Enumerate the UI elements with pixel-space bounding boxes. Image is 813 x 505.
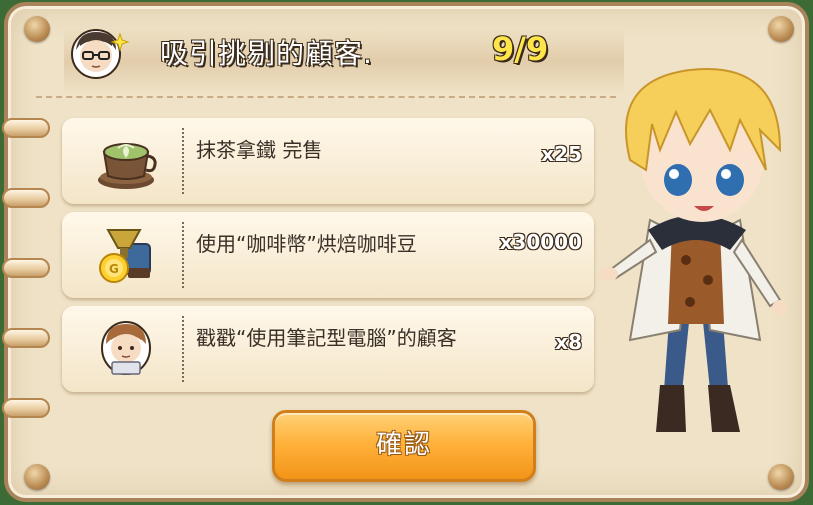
task-row: G 使用“咖啡幣”烘焙咖啡豆 x30000 [62,212,594,298]
laptop-customer-icon [94,318,158,380]
quest-progress: 9/9 [492,30,549,68]
task-row: 抹茶拿鐵 完售 x25 [62,118,594,204]
quest-title: 吸引挑剔的顧客. [160,37,373,70]
divider [36,96,616,98]
task-label: 戳戳“使用筆記型電腦”的顧客 [196,326,457,350]
task-quantity: x30000 [499,230,582,254]
task-row: 戳戳“使用筆記型電腦”的顧客 x8 [62,306,594,392]
corner-bolt [768,464,794,490]
task-quantity: x25 [541,142,582,166]
binder-ring [2,328,50,348]
task-label: 使用“咖啡幣”烘焙咖啡豆 [196,232,417,256]
task-separator [182,128,184,194]
confirm-button[interactable]: 確認 [272,410,536,482]
svg-text:G: G [109,262,119,276]
task-quantity: x8 [555,330,582,354]
task-separator [182,316,184,382]
corner-bolt [24,464,50,490]
task-label: 抹茶拿鐵 完售 [196,138,323,162]
corner-bolt [24,16,50,42]
corner-bolt [768,16,794,42]
coffee-roaster-coin-icon: G [94,224,158,286]
binder-ring [2,188,50,208]
binder-ring [2,258,50,278]
binder-ring [2,118,50,138]
binder-ring [2,398,50,418]
matcha-latte-icon [94,130,158,192]
task-separator [182,222,184,288]
character-illustration [590,40,813,440]
customer-avatar-icon [66,24,130,80]
